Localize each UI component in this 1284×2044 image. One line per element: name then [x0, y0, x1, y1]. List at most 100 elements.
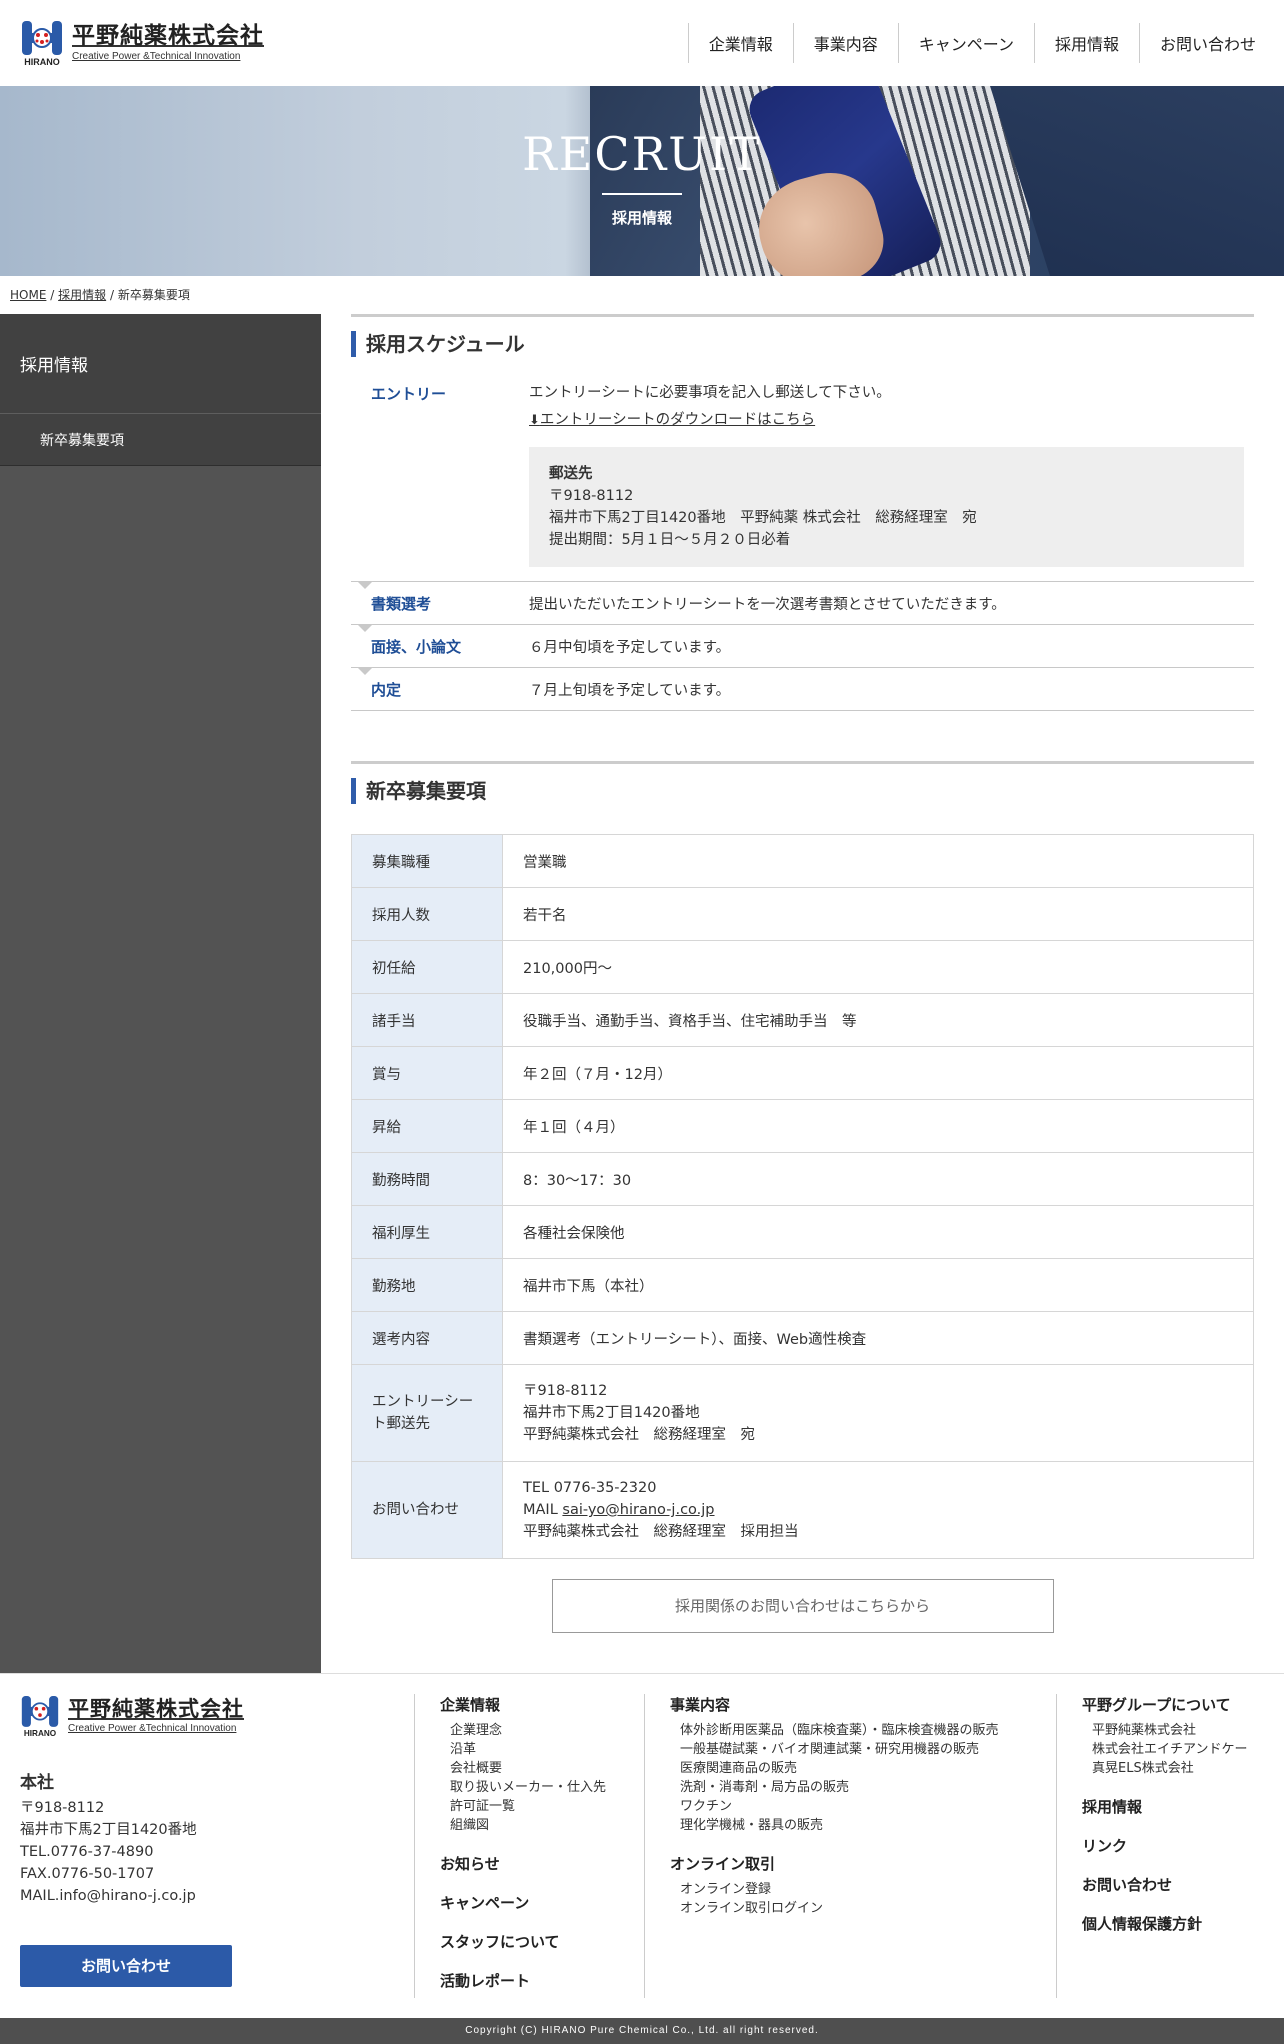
hirano-logo-icon: HIRANO: [20, 19, 64, 67]
table-row: 勤務地 福井市下馬（本社）: [351, 1258, 1254, 1312]
site-footer: HIRANO 平野純薬株式会社 Creative Power &Technica…: [0, 1673, 1284, 2018]
footer-link-links[interactable]: リンク: [1082, 1835, 1264, 1856]
footer-link[interactable]: ワクチン: [680, 1799, 732, 1814]
site-header: HIRANO 平野純薬株式会社 Creative Power &Technica…: [0, 0, 1284, 86]
logo-brand: HIRANO: [24, 1729, 57, 1738]
global-nav: 企業情報 事業内容 キャンペーン 採用情報 お問い合わせ: [687, 23, 1276, 63]
hero-divider: [602, 192, 682, 195]
footer-link[interactable]: 株式会社エイチアンドケー: [1092, 1742, 1247, 1757]
footer-link[interactable]: 企業理念: [450, 1723, 502, 1738]
footer-link-online[interactable]: オンライン取引: [670, 1853, 1031, 1874]
footer-col-company: 企業情報 企業理念 沿革 会社概要 取り扱いメーカー・仕入先 許可証一覧 組織図…: [414, 1694, 644, 1998]
footer-link[interactable]: 体外診断用医薬品（臨床検査薬）・臨床検査機器の販売: [680, 1723, 999, 1738]
footer-link[interactable]: 会社概要: [450, 1761, 502, 1776]
download-arrow-icon: ⬇: [529, 413, 540, 428]
schedule-row: 書類選考 提出いただいたエントリーシートを一次選考書類とさせていただきます。: [351, 581, 1254, 625]
schedule-heading: 採用スケジュール: [351, 331, 1254, 357]
sidebar-item-new-grad[interactable]: 新卒募集要項: [0, 414, 321, 466]
requirements-section-title: 新卒募集要項: [351, 761, 1254, 804]
schedule-label: 書類選考: [371, 594, 432, 613]
mailing-box-title: 郵送先: [549, 466, 593, 482]
footer-link[interactable]: 真晃ELS株式会社: [1092, 1761, 1194, 1776]
schedule-label: 内定: [371, 680, 402, 699]
footer-link[interactable]: 一般基礎試薬・バイオ関連試薬・研究用機器の販売: [680, 1742, 979, 1757]
schedule-text: 提出いただいたエントリーシートを一次選考書類とさせていただきます。: [529, 596, 1006, 613]
sidebar-heading: 採用情報: [0, 314, 321, 414]
footer-link[interactable]: 医療関連商品の販売: [680, 1761, 797, 1776]
schedule-label: エントリー: [371, 385, 447, 403]
footer-link-report[interactable]: 活動レポート: [440, 1970, 619, 1991]
footer-link-group[interactable]: 平野グループについて: [1082, 1694, 1264, 1715]
schedule-text: ６月中旬頃を予定しています。: [529, 639, 731, 656]
mailing-address-box: 郵送先 〒918-8112 福井市下馬2丁目1420番地 平野純薬 株式会社 総…: [529, 447, 1244, 567]
contact-tel: TEL 0776-35-2320: [523, 1480, 657, 1496]
footer-link[interactable]: 取り扱いメーカー・仕入先: [450, 1780, 606, 1795]
footer-link-campaign[interactable]: キャンペーン: [440, 1892, 619, 1913]
site-logo[interactable]: HIRANO 平野純薬株式会社 Creative Power &Technica…: [20, 19, 264, 67]
logo-brand: HIRANO: [24, 57, 60, 67]
schedule-row: 面接、小論文 ６月中旬頃を予定しています。: [351, 624, 1254, 668]
footer-link-news[interactable]: お知らせ: [440, 1853, 619, 1874]
footer-link-business[interactable]: 事業内容: [670, 1694, 1031, 1715]
footer-company: HIRANO 平野純薬株式会社 Creative Power &Technica…: [20, 1694, 414, 1998]
contact-dept: 平野純薬株式会社 総務経理室 採用担当: [523, 1524, 799, 1540]
footer-link[interactable]: 平野純薬株式会社: [1092, 1723, 1196, 1738]
schedule-label: 面接、小論文: [371, 637, 462, 656]
footer-link-recruit[interactable]: 採用情報: [1082, 1796, 1264, 1817]
entry-sheet-download-link[interactable]: ⬇エントリーシートのダウンロードはこちら: [529, 408, 815, 429]
footer-link-online-login[interactable]: オンライン取引ログイン: [680, 1901, 823, 1916]
requirements-heading: 新卒募集要項: [351, 778, 1254, 804]
schedule-row: 内定 ７月上旬頃を予定しています。: [351, 667, 1254, 711]
schedule-text: ７月上旬頃を予定しています。: [529, 682, 731, 699]
logo-tagline: Creative Power &Technical Innovation: [68, 1722, 237, 1734]
requirements-table: 募集職種 営業職 採用人数 若干名 初任給 210,000円～ 諸手当 役職手当、通勤手…: [351, 834, 1254, 1559]
footer-link[interactable]: 沿革: [450, 1742, 476, 1757]
copyright: Copyright (C) HIRANO Pure Chemical Co., …: [0, 2018, 1284, 2044]
logo-name: 平野純薬株式会社: [72, 22, 264, 49]
breadcrumb: HOME / 採用情報 / 新卒募集要項: [10, 288, 190, 302]
footer-contact-button[interactable]: お問い合わせ: [20, 1945, 232, 1987]
table-row: 採用人数 若干名: [351, 887, 1254, 941]
table-row: 募集職種 営業職: [351, 834, 1254, 888]
table-row: 初任給 210,000円～: [351, 940, 1254, 994]
table-row-contact: お問い合わせ TEL 0776-35-2320 MAIL sai-yo@hira…: [351, 1461, 1254, 1559]
footer-link-online-register[interactable]: オンライン登録: [680, 1882, 771, 1897]
breadcrumb-home[interactable]: HOME: [10, 288, 46, 302]
nav-business[interactable]: 事業内容: [792, 23, 898, 63]
nav-campaign[interactable]: キャンペーン: [897, 23, 1034, 63]
table-row: エントリーシート郵送先 〒918-8112 福井市下馬2丁目1420番地 平野純…: [351, 1364, 1254, 1462]
footer-link-privacy[interactable]: 個人情報保護方針: [1082, 1913, 1264, 1934]
hero-banner: RECRUIT 採用情報: [0, 86, 1284, 276]
footer-logo[interactable]: HIRANO 平野純薬株式会社 Creative Power &Technica…: [20, 1694, 394, 1738]
schedule-section-title: 採用スケジュール: [351, 314, 1254, 357]
breadcrumb-current: 新卒募集要項: [117, 288, 190, 302]
footer-link[interactable]: 許可証一覧: [450, 1799, 515, 1814]
main-content: 採用スケジュール エントリー エントリーシートに必要事項を記入し郵送して下さい。…: [351, 314, 1254, 1673]
footer-office-title: 本社: [20, 1773, 54, 1793]
logo-name: 平野純薬株式会社: [68, 1696, 244, 1721]
table-row: 福利厚生 各種社会保険他: [351, 1205, 1254, 1259]
hirano-logo-icon: HIRANO: [20, 1694, 60, 1738]
footer-link-staff[interactable]: スタッフについて: [440, 1931, 619, 1952]
schedule-row-entry: エントリー エントリーシートに必要事項を記入し郵送して下さい。 ⬇エントリーシー…: [351, 371, 1254, 582]
footer-office-address: 〒918-8112 福井市下馬2丁目1420番地 TEL.0776-37-489…: [20, 1800, 197, 1904]
nav-contact[interactable]: お問い合わせ: [1138, 23, 1276, 63]
content-wrap: 採用情報 新卒募集要項 採用スケジュール エントリー エントリーシートに必要事項…: [0, 314, 1284, 1673]
nav-recruit[interactable]: 採用情報: [1033, 23, 1139, 63]
footer-link-contact[interactable]: お問い合わせ: [1082, 1874, 1264, 1895]
table-row: 選考内容 書類選考（エントリーシート）、面接、Web適性検査: [351, 1311, 1254, 1365]
table-row: 勤務時間 8：30～17：30: [351, 1152, 1254, 1206]
footer-link[interactable]: 洗剤・消毒剤・局方品の販売: [680, 1780, 849, 1795]
footer-col-business: 事業内容 体外診断用医薬品（臨床検査薬）・臨床検査機器の販売 一般基礎試薬・バイ…: [644, 1694, 1056, 1998]
table-row: 昇給 年１回（４月）: [351, 1099, 1254, 1153]
nav-company[interactable]: 企業情報: [687, 23, 793, 63]
contact-mail-link[interactable]: sai-yo@hirano-j.co.jp: [562, 1502, 714, 1518]
breadcrumb-recruit[interactable]: 採用情報: [58, 288, 106, 302]
table-row: 諸手当 役職手当、通勤手当、資格手当、住宅補助手当 等: [351, 993, 1254, 1047]
footer-link[interactable]: 組織図: [450, 1818, 489, 1833]
footer-link[interactable]: 理化学機械・器具の販売: [680, 1818, 823, 1833]
entry-text: エントリーシートに必要事項を記入し郵送して下さい。: [529, 385, 891, 401]
table-row: 賞与 年２回（７月・12月）: [351, 1046, 1254, 1100]
footer-link-company[interactable]: 企業情報: [440, 1694, 619, 1715]
recruit-contact-button[interactable]: 採用関係のお問い合わせはこちらから: [551, 1579, 1054, 1633]
